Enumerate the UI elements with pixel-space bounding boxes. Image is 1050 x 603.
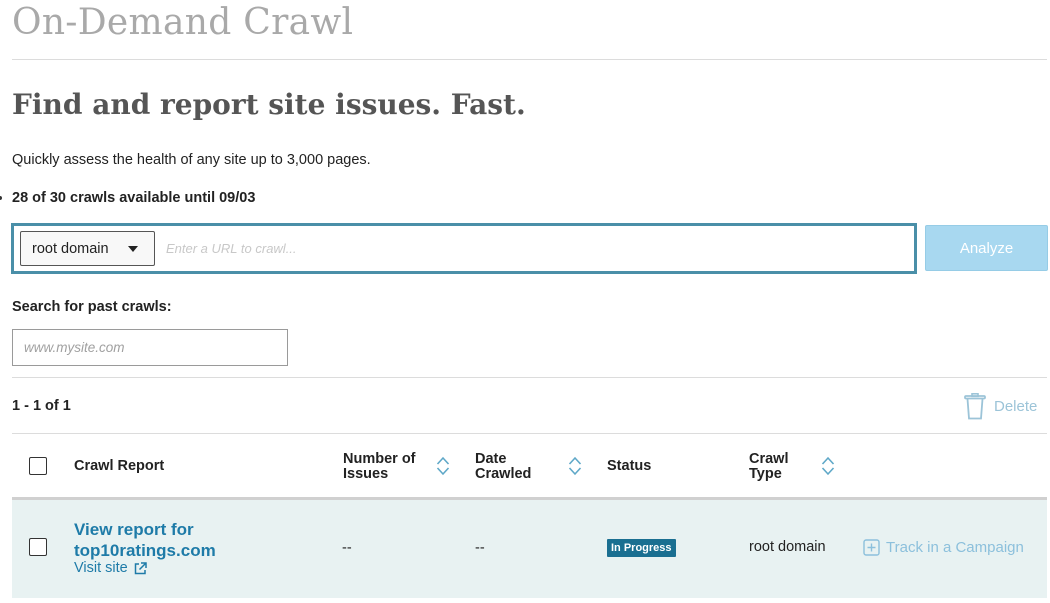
track-in-campaign-label: Track in a Campaign — [886, 539, 1024, 556]
plus-box-icon — [863, 539, 880, 556]
headline: Find and report site issues. Fast. — [12, 88, 526, 121]
domain-type-value: root domain — [32, 240, 109, 257]
title-divider — [12, 59, 1047, 60]
search-past-crawls-input[interactable] — [12, 329, 288, 366]
column-crawl-type[interactable]: Crawl Type — [749, 452, 789, 482]
caret-down-icon — [128, 246, 138, 252]
table-row: View report for top10ratings.com Visit s… — [12, 500, 1047, 598]
view-report-link[interactable]: View report for top10ratings.com — [74, 519, 254, 561]
column-status: Status — [607, 458, 652, 474]
sort-issues-icon[interactable] — [436, 456, 450, 476]
sort-crawl-type-icon[interactable] — [821, 456, 835, 476]
section-divider — [12, 377, 1047, 378]
crawls-available-text: 28 of 30 crawls available until 09/03 — [0, 190, 256, 206]
row-checkbox[interactable] — [29, 538, 47, 556]
domain-type-select[interactable]: root domain — [20, 231, 155, 266]
issues-count: -- — [342, 540, 352, 556]
crawl-url-bar: root domain — [11, 223, 917, 274]
search-label: Search for past crawls: — [12, 299, 172, 315]
delete-label: Delete — [994, 397, 1038, 415]
external-link-icon — [134, 561, 147, 574]
column-number-of-issues[interactable]: Number of Issues — [343, 452, 416, 482]
analyze-button[interactable]: Analyze — [925, 225, 1048, 271]
visit-site-link[interactable]: Visit site — [74, 560, 147, 576]
track-in-campaign-link[interactable]: Track in a Campaign — [863, 539, 1024, 556]
pagination-count: 1 - 1 of 1 — [12, 398, 71, 414]
delete-button[interactable]: Delete — [964, 392, 1037, 420]
visit-site-label: Visit site — [74, 560, 128, 576]
date-crawled: -- — [475, 540, 485, 556]
page-title: On-Demand Crawl — [12, 2, 354, 43]
sort-date-icon[interactable] — [568, 456, 582, 476]
select-all-checkbox[interactable] — [29, 457, 47, 475]
column-crawl-report: Crawl Report — [74, 458, 165, 474]
subtext: Quickly assess the health of any site up… — [12, 152, 371, 168]
trash-icon — [964, 392, 986, 419]
crawl-type: root domain — [749, 539, 826, 555]
status-badge: In Progress — [607, 539, 676, 557]
table-header: Crawl Report Number of Issues Date Crawl… — [12, 434, 1047, 498]
column-date-crawled[interactable]: Date Crawled — [475, 452, 531, 482]
crawl-url-input[interactable] — [166, 231, 906, 266]
